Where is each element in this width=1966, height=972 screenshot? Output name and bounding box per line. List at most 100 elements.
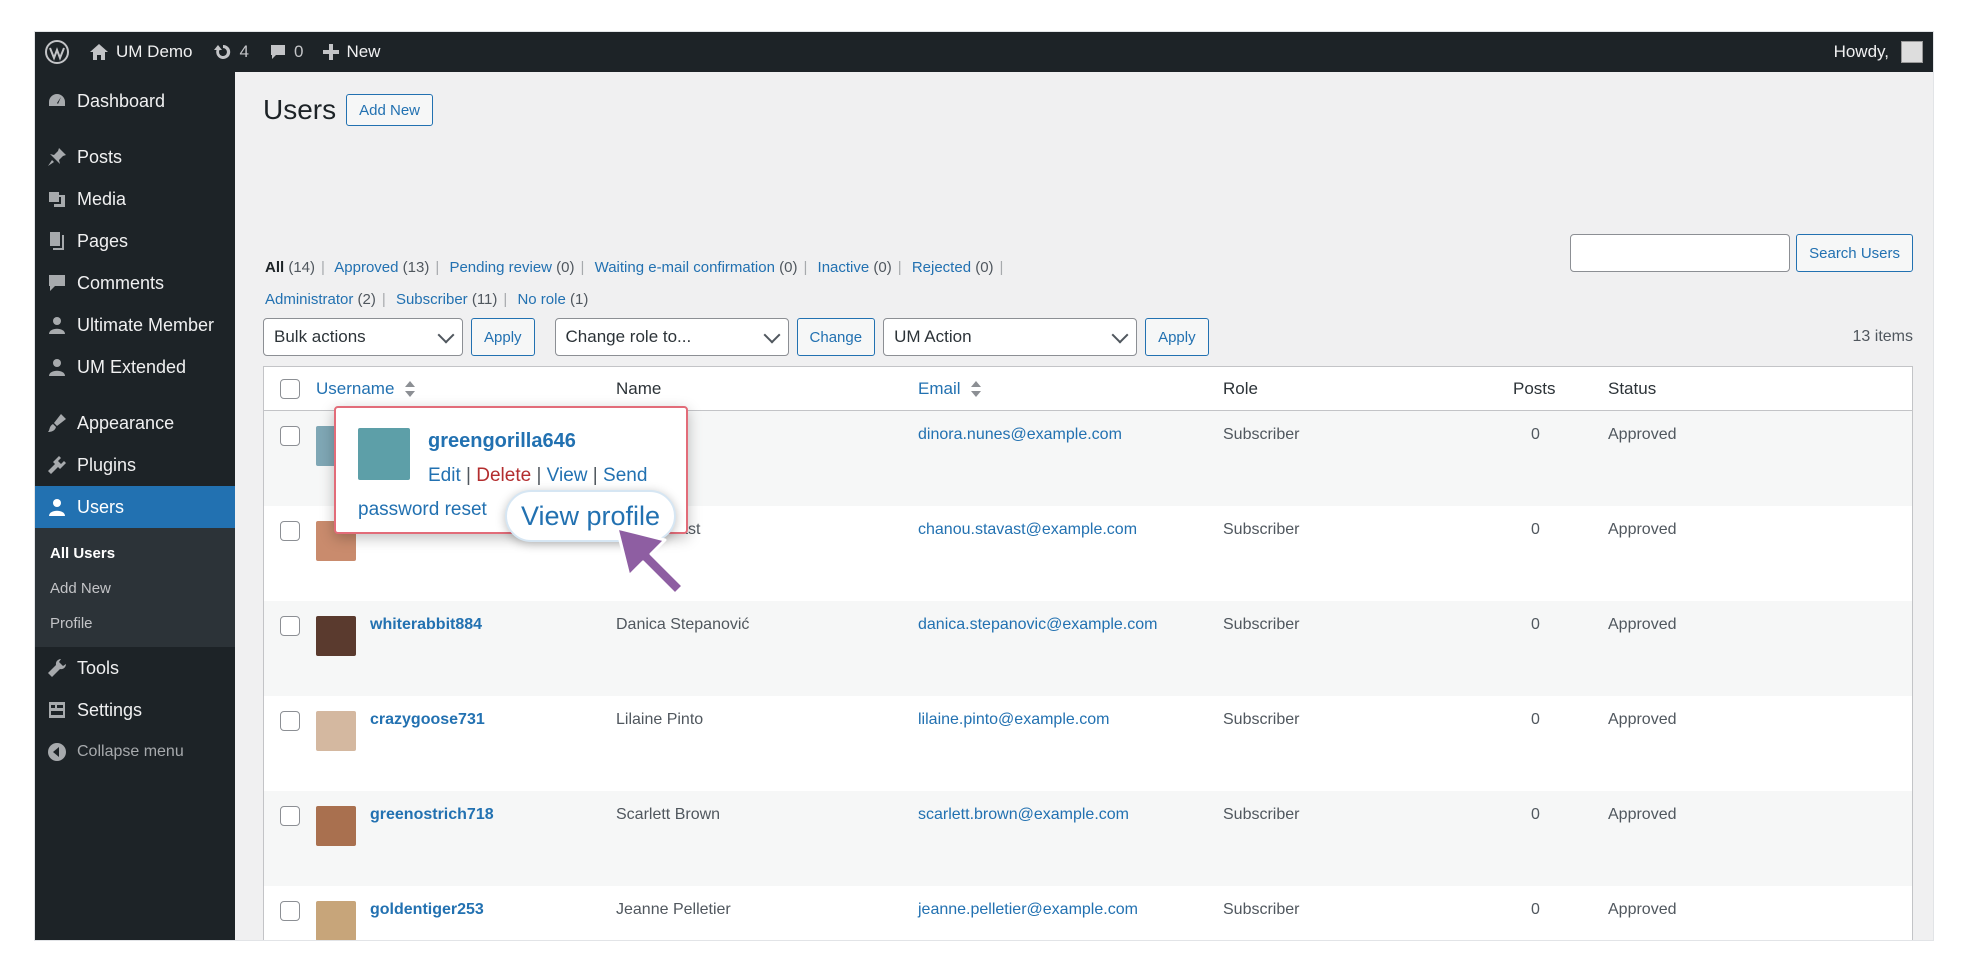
select-value: UM Action bbox=[894, 327, 972, 346]
submenu-profile[interactable]: Profile bbox=[35, 606, 235, 641]
search-users-button[interactable]: Search Users bbox=[1796, 234, 1913, 272]
sidebar-item-label: Tools bbox=[77, 657, 120, 678]
brush-icon bbox=[48, 414, 66, 432]
username-link[interactable]: crazygoose731 bbox=[370, 711, 485, 729]
sidebar-item-appearance[interactable]: Appearance bbox=[35, 402, 235, 444]
filter-count: (1) bbox=[570, 291, 589, 308]
apply-button[interactable]: Apply bbox=[471, 318, 535, 356]
um-action-select[interactable]: UM Action bbox=[883, 318, 1138, 356]
site-name: UM Demo bbox=[116, 42, 193, 61]
filter-all[interactable]: All bbox=[265, 259, 284, 276]
avatar bbox=[316, 616, 356, 656]
row-checkbox[interactable] bbox=[280, 806, 300, 826]
page-title: Users bbox=[263, 94, 337, 125]
comments-link[interactable]: 0 bbox=[259, 32, 313, 72]
edit-link[interactable]: Edit bbox=[428, 465, 461, 486]
filter-inactive[interactable]: Inactive bbox=[818, 259, 870, 276]
new-content-link[interactable]: New bbox=[313, 32, 390, 72]
admin-sidebar: Dashboard Posts Media Pages Comments Ult… bbox=[35, 72, 235, 940]
sidebar-item-media[interactable]: Media bbox=[35, 178, 235, 220]
updates-link[interactable]: 4 bbox=[203, 32, 259, 72]
avatar bbox=[316, 901, 356, 940]
sidebar-item-posts[interactable]: Posts bbox=[35, 136, 235, 178]
wordpress-logo[interactable] bbox=[35, 32, 79, 72]
username-link[interactable]: goldentiger253 bbox=[370, 901, 484, 919]
filter-subscriber[interactable]: Subscriber bbox=[396, 291, 468, 308]
separator: | bbox=[536, 465, 547, 486]
chevron-down-icon bbox=[1111, 326, 1129, 343]
filter-administrator[interactable]: Administrator bbox=[265, 291, 353, 308]
password-reset-link[interactable]: password reset bbox=[358, 499, 487, 521]
chevron-down-icon bbox=[437, 326, 455, 343]
column-label: Email bbox=[918, 378, 961, 398]
filter-no-role[interactable]: No role bbox=[517, 291, 565, 308]
filter-pending-review[interactable]: Pending review bbox=[449, 259, 552, 276]
my-account[interactable]: Howdy, bbox=[1834, 41, 1933, 63]
username-column-header[interactable]: Username bbox=[316, 379, 616, 399]
row-checkbox[interactable] bbox=[280, 711, 300, 731]
username-link[interactable]: whiterabbit884 bbox=[370, 616, 482, 634]
filter-count: (2) bbox=[357, 291, 376, 308]
select-all-checkbox[interactable] bbox=[280, 378, 300, 399]
role-cell: Subscriber bbox=[1223, 426, 1300, 443]
row-checkbox[interactable] bbox=[280, 521, 300, 541]
role-cell: Subscriber bbox=[1223, 901, 1300, 918]
filter-count: (0) bbox=[873, 259, 892, 276]
filter-count: (11) bbox=[471, 291, 498, 308]
row-checkbox[interactable] bbox=[280, 426, 300, 446]
um-apply-button[interactable]: Apply bbox=[1145, 318, 1209, 356]
sidebar-item-um-extended[interactable]: UM Extended bbox=[35, 346, 235, 388]
select-value: Change role to... bbox=[565, 327, 692, 346]
sidebar-item-label: UM Extended bbox=[77, 356, 187, 377]
sidebar-item-ultimate-member[interactable]: Ultimate Member bbox=[35, 304, 235, 346]
callout-username[interactable]: greengorilla646 bbox=[428, 430, 576, 453]
settings-icon bbox=[49, 702, 65, 718]
send-password-reset-link[interactable]: Send bbox=[603, 465, 647, 486]
sidebar-item-comments[interactable]: Comments bbox=[35, 262, 235, 304]
plus-icon bbox=[323, 44, 340, 60]
browser-frame: UM Demo 4 0 New Howdy, Dashboard Posts M… bbox=[34, 31, 1934, 941]
email-column-header[interactable]: Email bbox=[918, 379, 1223, 399]
updates-icon bbox=[213, 44, 230, 59]
sidebar-item-users[interactable]: Users bbox=[35, 486, 235, 528]
name-cell: Danica Stepanović bbox=[616, 616, 750, 633]
submenu-all-users[interactable]: All Users bbox=[35, 536, 235, 571]
sidebar-item-settings[interactable]: Settings bbox=[35, 689, 235, 731]
user-filter-links: All (14) | Approved (13) | Pending review … bbox=[265, 252, 1165, 316]
username-cell: crazygoose731 bbox=[316, 711, 616, 751]
comments-count: 0 bbox=[293, 42, 304, 61]
comment-icon bbox=[270, 45, 285, 59]
filter-approved[interactable]: Approved bbox=[334, 259, 398, 276]
search-input[interactable] bbox=[1570, 234, 1791, 272]
email-link[interactable]: chanou.stavast@example.com bbox=[918, 521, 1223, 539]
row-checkbox[interactable] bbox=[280, 901, 300, 921]
email-link[interactable]: lilaine.pinto@example.com bbox=[918, 711, 1223, 729]
add-new-button[interactable]: Add New bbox=[346, 94, 433, 126]
sidebar-item-plugins[interactable]: Plugins bbox=[35, 444, 235, 486]
email-link[interactable]: jeanne.pelletier@example.com bbox=[918, 901, 1223, 919]
username-link[interactable]: greenostrich718 bbox=[370, 806, 494, 824]
email-link[interactable]: danica.stepanovic@example.com bbox=[918, 616, 1223, 634]
email-link[interactable]: dinora.nunes@example.com bbox=[918, 426, 1223, 444]
submenu-add-new[interactable]: Add New bbox=[35, 571, 235, 606]
filter-count: (14) bbox=[288, 259, 316, 276]
sidebar-item-tools[interactable]: Tools bbox=[35, 647, 235, 689]
change-role-select[interactable]: Change role to... bbox=[554, 318, 789, 356]
email-link[interactable]: scarlett.brown@example.com bbox=[918, 806, 1223, 824]
site-name-link[interactable]: UM Demo bbox=[79, 32, 203, 72]
filter-rejected[interactable]: Rejected bbox=[912, 259, 971, 276]
separator: | bbox=[592, 465, 604, 486]
filter-waiting-confirmation[interactable]: Waiting e-mail confirmation bbox=[595, 259, 775, 276]
sidebar-item-dashboard[interactable]: Dashboard bbox=[35, 80, 235, 122]
table-row: whiterabbit884 Danica Stepanović danica.st… bbox=[264, 601, 1912, 696]
view-link[interactable]: View bbox=[547, 465, 588, 486]
chevron-down-icon bbox=[763, 326, 781, 343]
change-role-button[interactable]: Change bbox=[796, 318, 876, 356]
bulk-actions-select[interactable]: Bulk actions bbox=[263, 318, 463, 356]
collapse-menu-button[interactable]: Collapse menu bbox=[35, 731, 235, 773]
delete-link[interactable]: Delete bbox=[476, 465, 531, 486]
howdy-text: Howdy, bbox=[1833, 42, 1889, 61]
username-cell: goldentiger253 bbox=[316, 901, 616, 940]
sidebar-item-pages[interactable]: Pages bbox=[35, 220, 235, 262]
row-checkbox[interactable] bbox=[280, 616, 300, 636]
